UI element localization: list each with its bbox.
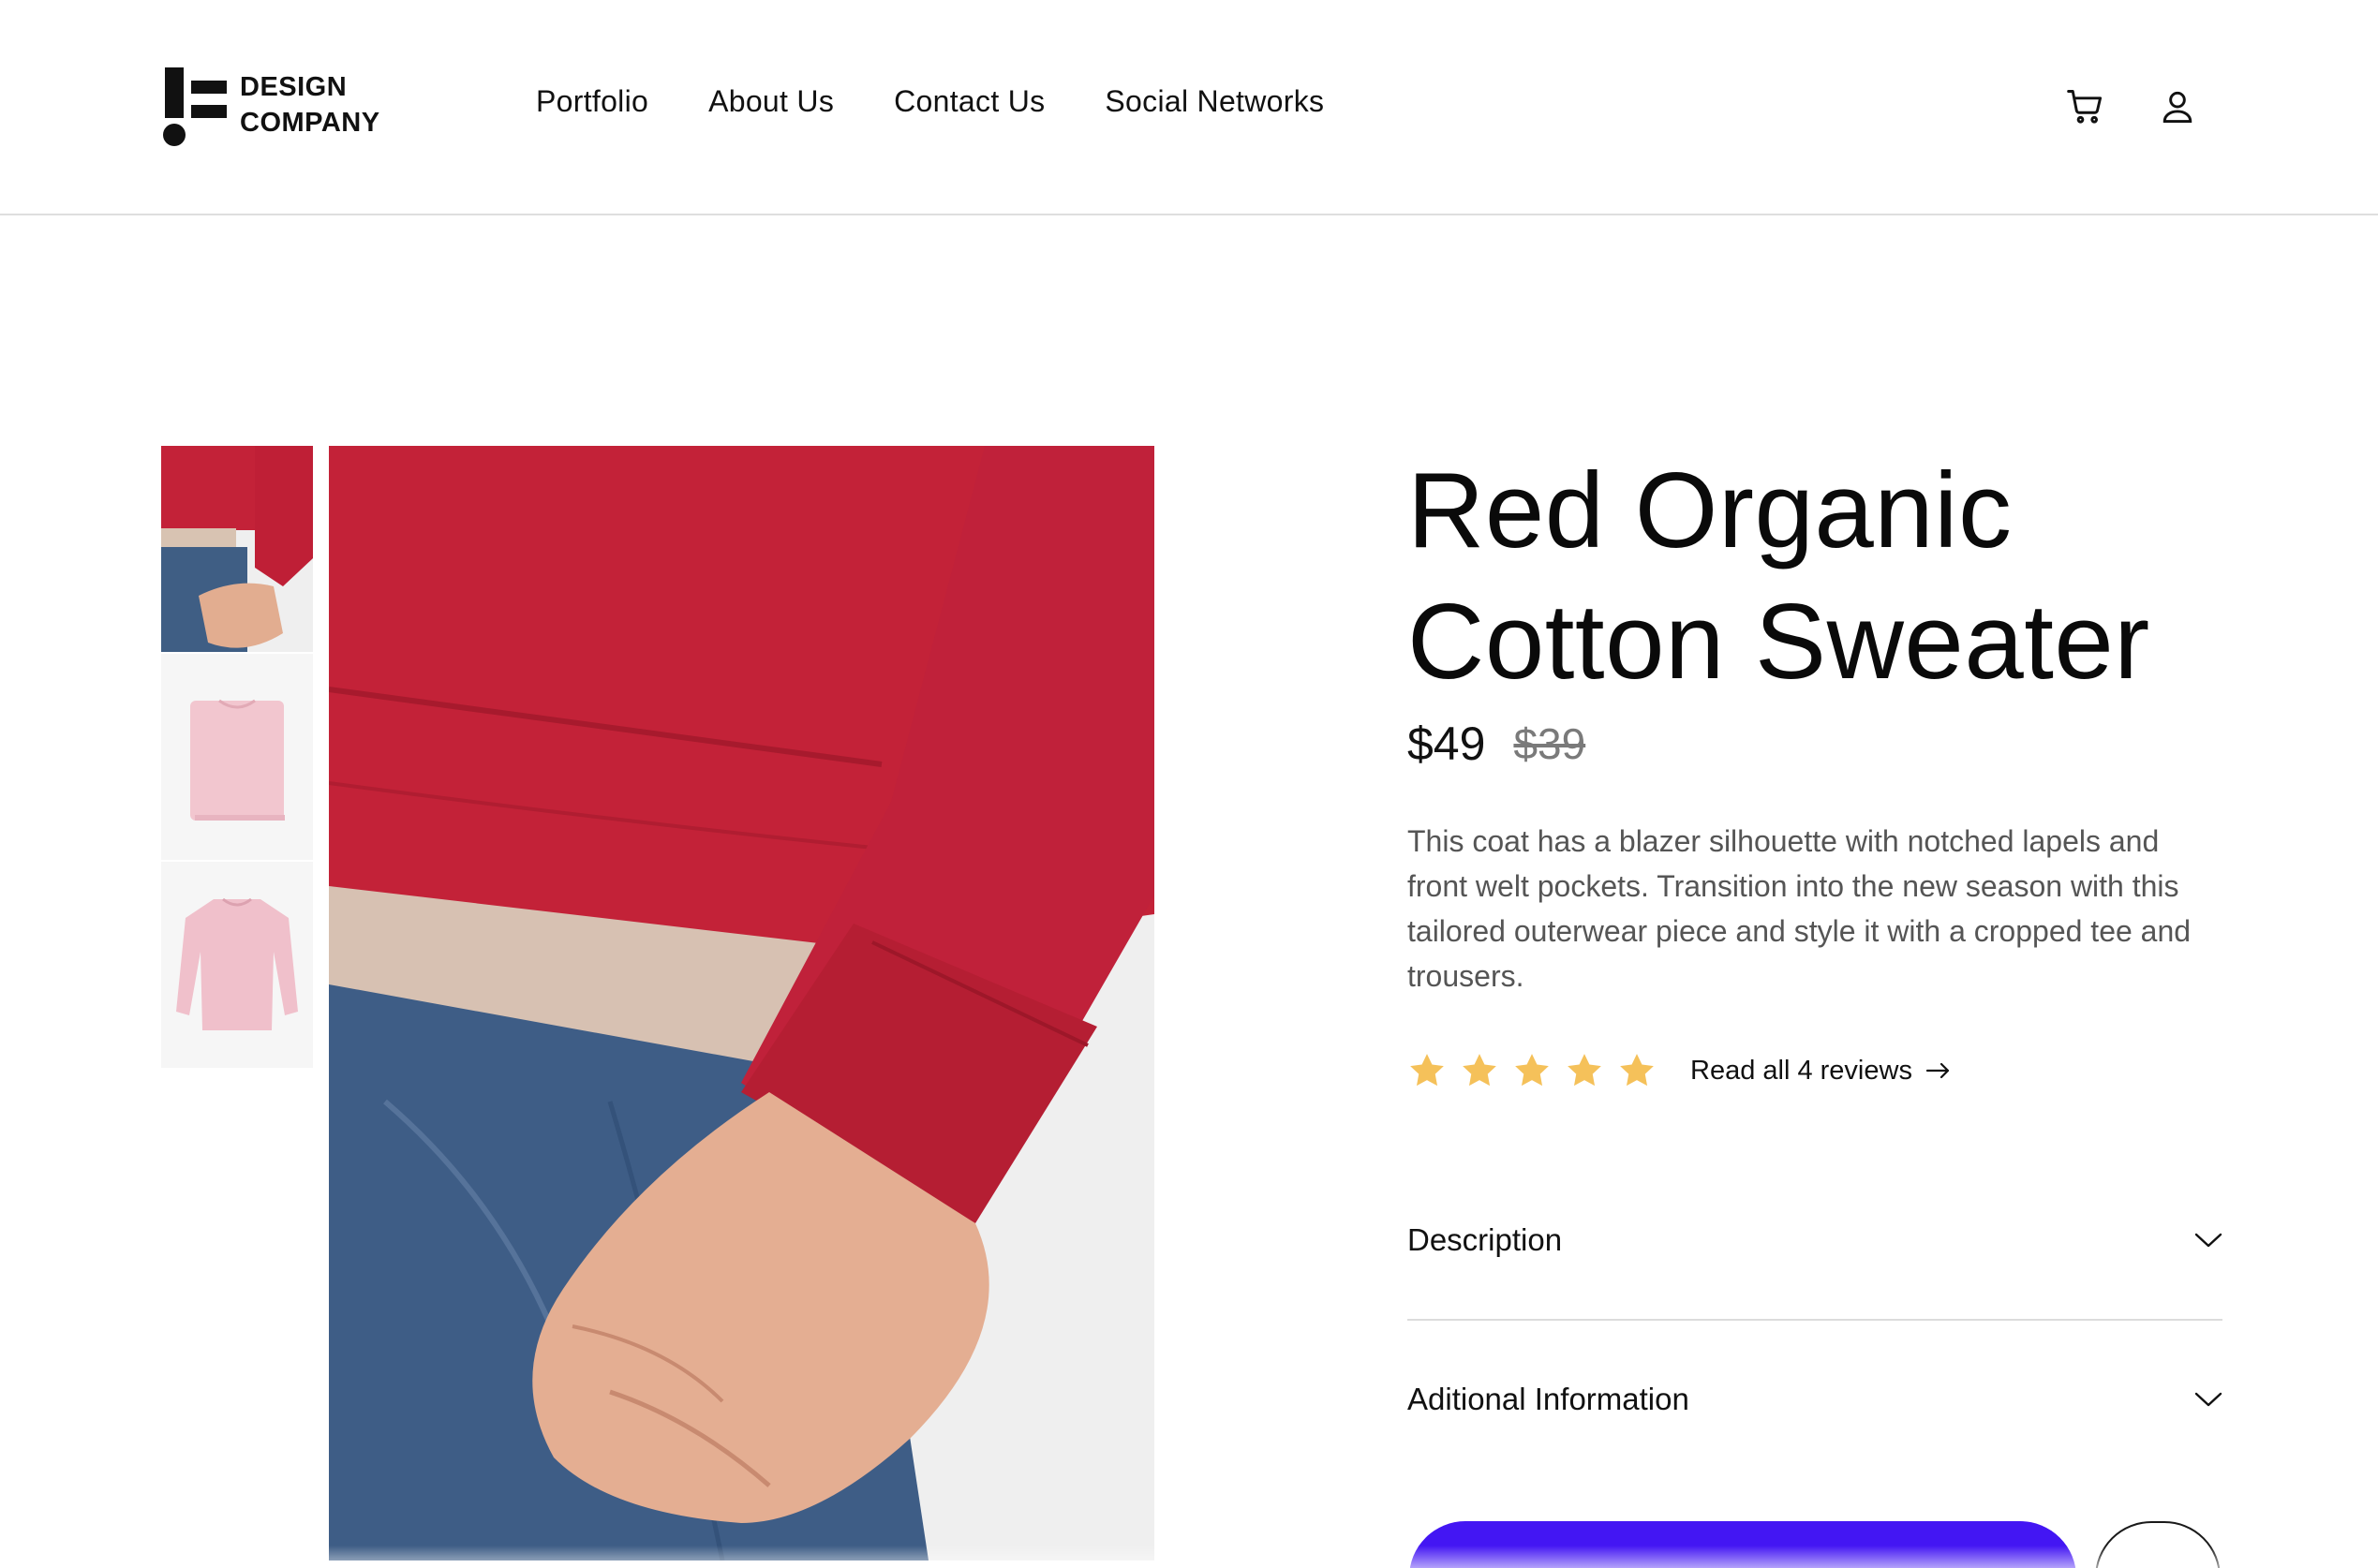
price-row: $49 $39 <box>1407 716 2222 772</box>
cart-icon[interactable] <box>2065 86 2106 127</box>
product-title: Red Organic Cotton Sweater <box>1407 446 2222 708</box>
old-price: $39 <box>1513 719 1586 768</box>
product-info: Red Organic Cotton Sweater $49 $39 This … <box>1407 446 2222 1094</box>
product-main-image[interactable] <box>329 446 1154 1561</box>
accordion-additional-information-label: Aditional Information <box>1407 1382 1689 1416</box>
read-reviews-label: Read all 4 reviews <box>1690 1055 1912 1086</box>
chevron-down-icon <box>2194 1233 2222 1248</box>
accordion-description-label: Description <box>1407 1222 1563 1257</box>
accordion-additional-information[interactable]: Aditional Information <box>1407 1321 2222 1478</box>
accordion-description[interactable]: Description <box>1407 1161 2222 1319</box>
accordion: Description Aditional Information <box>1407 1161 2222 1478</box>
star-icon <box>1410 1054 1444 1087</box>
thumbnail-red-sweater[interactable] <box>161 446 313 652</box>
bottom-fade <box>0 1546 2378 1568</box>
site-header: DESIGN COMPANY Portfolio About Us Contac… <box>0 0 2378 215</box>
nav-link-contact-us[interactable]: Contact Us <box>894 84 1045 119</box>
nav-link-portfolio[interactable]: Portfolio <box>536 84 648 119</box>
star-rating <box>1407 1051 1670 1090</box>
thumbnail-list <box>161 446 313 1070</box>
main-nav: Portfolio About Us Contact Us Social Net… <box>536 84 1384 119</box>
thumbnail-pink-flat[interactable] <box>161 862 313 1068</box>
current-price: $49 <box>1407 717 1486 770</box>
star-icon <box>1568 1054 1601 1087</box>
logo-mark-icon <box>161 66 229 146</box>
star-icon <box>1515 1054 1549 1087</box>
nav-link-social-networks[interactable]: Social Networks <box>1105 84 1324 119</box>
rating-row: Read all 4 reviews <box>1407 1047 2222 1094</box>
brand-name-line2: COMPANY <box>240 108 380 138</box>
brand-name: DESIGN COMPANY <box>240 69 380 141</box>
chevron-down-icon <box>2194 1392 2222 1407</box>
user-icon[interactable] <box>2157 86 2198 127</box>
product-description: This coat has a blazer silhouette with n… <box>1407 824 2192 993</box>
star-icon <box>1620 1054 1654 1087</box>
arrow-right-icon <box>1925 1062 1950 1079</box>
brand-logo[interactable]: DESIGN COMPANY <box>161 66 380 146</box>
product-title-line2: Cotton Sweater <box>1407 583 2150 702</box>
nav-link-about-us[interactable]: About Us <box>708 84 834 119</box>
thumbnail-pink-folded[interactable] <box>161 654 313 860</box>
product-title-line1: Red Organic <box>1407 451 2013 570</box>
star-icon <box>1463 1054 1496 1087</box>
read-reviews-link[interactable]: Read all 4 reviews <box>1690 1056 1952 1087</box>
brand-name-line1: DESIGN <box>240 72 348 102</box>
